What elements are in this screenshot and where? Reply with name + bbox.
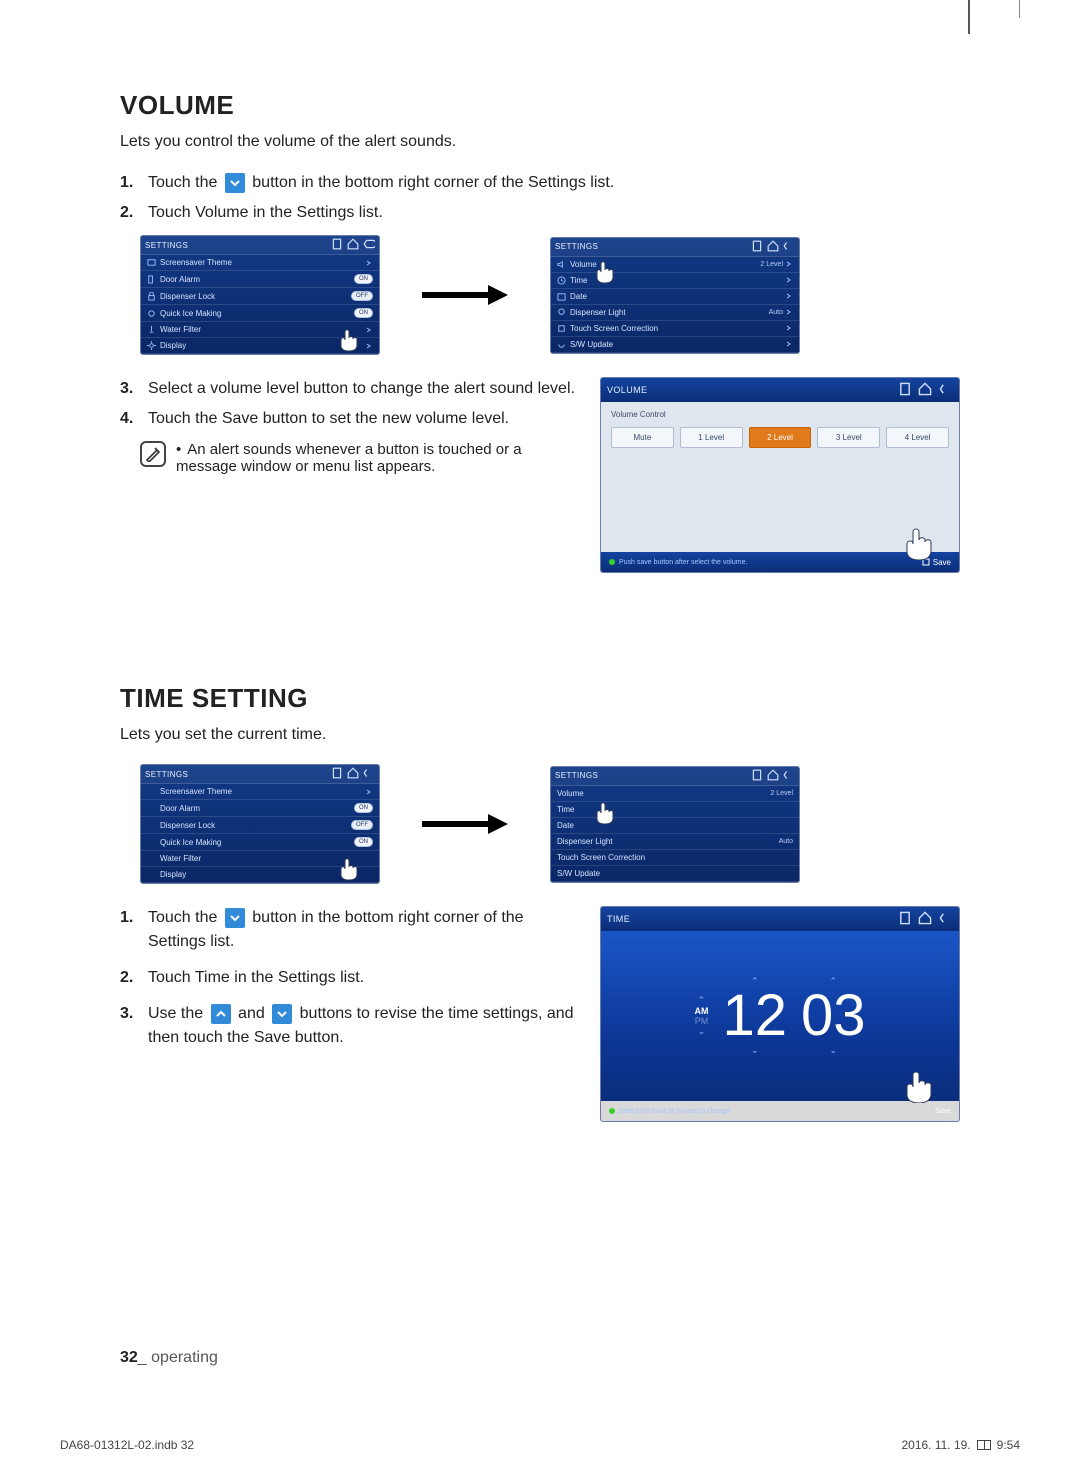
hand-pointer-icon — [335, 853, 375, 881]
panel-title: SETTINGS — [555, 242, 598, 251]
hand-pointer-icon — [897, 1063, 957, 1105]
note-icon — [140, 441, 166, 467]
time-heading: TIME SETTING — [120, 683, 960, 714]
hand-pointer-icon — [591, 797, 631, 825]
home-icon — [918, 911, 932, 925]
volume-button[interactable]: 3 Level — [817, 427, 880, 448]
volume-button[interactable]: 1 Level — [680, 427, 743, 448]
back-icon — [783, 240, 795, 252]
volume-button-selected[interactable]: 2 Level — [749, 427, 812, 448]
time-steps: 1. Touch the button in the bottom right … — [120, 906, 580, 1050]
back-icon — [363, 238, 375, 250]
fridge-icon — [331, 767, 343, 779]
step-number: 1. — [120, 171, 148, 195]
back-icon — [939, 911, 953, 925]
fridge-icon — [751, 240, 763, 252]
volume-button[interactable]: Mute — [611, 427, 674, 448]
settings-screenshot-right: SETTINGS Volume2 Level Time Date Dispens… — [550, 766, 800, 883]
fridge-icon — [331, 238, 343, 250]
step-text: Touch Volume in the Settings list. — [148, 201, 960, 225]
home-icon — [347, 238, 359, 250]
home-icon — [347, 767, 359, 779]
settings-screenshot-right: SETTINGS Volume2 Level Time Date Dispens… — [550, 237, 800, 354]
note: •An alert sounds whenever a button is to… — [140, 441, 580, 475]
hand-pointer-icon — [897, 520, 957, 560]
time-hour: 12 — [722, 987, 787, 1045]
step-number: 2. — [120, 201, 148, 225]
volume-figure-row-1: SETTINGS Screensaver Theme Door AlarmON … — [140, 235, 960, 355]
arrow-right-icon — [400, 283, 530, 307]
fridge-icon — [898, 382, 912, 396]
panel-header-icons — [329, 238, 375, 252]
chevron-down-icon — [225, 173, 245, 193]
volume-steps-1: 1. Touch the button in the bottom right … — [120, 171, 960, 225]
chevron-down-icon[interactable]: ⌄ — [829, 1045, 837, 1056]
home-icon — [767, 240, 779, 252]
volume-heading: VOLUME — [120, 90, 960, 121]
volume-lead: Lets you control the volume of the alert… — [120, 133, 960, 151]
save-button[interactable]: Save — [935, 1108, 951, 1115]
chevron-down-icon[interactable]: ⌄ — [751, 1045, 759, 1056]
fridge-icon — [898, 911, 912, 925]
volume-steps-2: 3.Select a volume level button to change… — [120, 377, 580, 431]
arrow-right-icon — [400, 812, 530, 836]
step-text: Touch the button in the bottom right cor… — [148, 171, 960, 195]
chevron-up-icon — [211, 1004, 231, 1024]
back-icon — [939, 382, 953, 396]
volume-button[interactable]: 4 Level — [886, 427, 949, 448]
fridge-icon — [751, 769, 763, 781]
settings-screenshot-left: SETTINGS Screensaver Theme Door AlarmON … — [140, 235, 380, 355]
hand-pointer-icon — [335, 324, 375, 352]
chevron-down-icon — [272, 1004, 292, 1024]
settings-screenshot-left: SETTINGS Screensaver Theme Door AlarmON … — [140, 764, 380, 884]
time-setting-screenshot: TIME ⌃ AM PM ⌄ ⌃ 12 — [600, 906, 960, 1122]
time-minute: 03 — [801, 987, 866, 1045]
volume-control-screenshot: VOLUME Volume Control Mute 1 Level 2 Lev… — [600, 377, 960, 573]
time-lead: Lets you set the current time. — [120, 726, 960, 744]
chevron-up-icon[interactable]: ⌃ — [698, 995, 706, 1006]
ampm-boxes-icon — [977, 1440, 991, 1450]
time-figure-row-1: SETTINGS Screensaver Theme Door AlarmON … — [140, 764, 960, 884]
chevron-down-icon — [225, 908, 245, 928]
home-icon — [767, 769, 779, 781]
back-icon — [363, 767, 375, 779]
print-file: DA68-01312L-02.indb 32 — [60, 1438, 194, 1452]
print-date: 2016. 11. 19. — [901, 1438, 970, 1452]
hand-pointer-icon — [591, 256, 631, 284]
volume-level-buttons: Mute 1 Level 2 Level 3 Level 4 Level — [611, 427, 949, 448]
home-icon — [918, 382, 932, 396]
print-time: 9:54 — [997, 1438, 1020, 1452]
panel-title: SETTINGS — [145, 241, 188, 250]
back-icon — [783, 769, 795, 781]
page-footer: 32_ operating — [120, 1349, 960, 1367]
chevron-down-icon[interactable]: ⌄ — [698, 1026, 706, 1037]
print-marks: DA68-01312L-02.indb 32 2016. 11. 19. 9:5… — [60, 1438, 1020, 1452]
